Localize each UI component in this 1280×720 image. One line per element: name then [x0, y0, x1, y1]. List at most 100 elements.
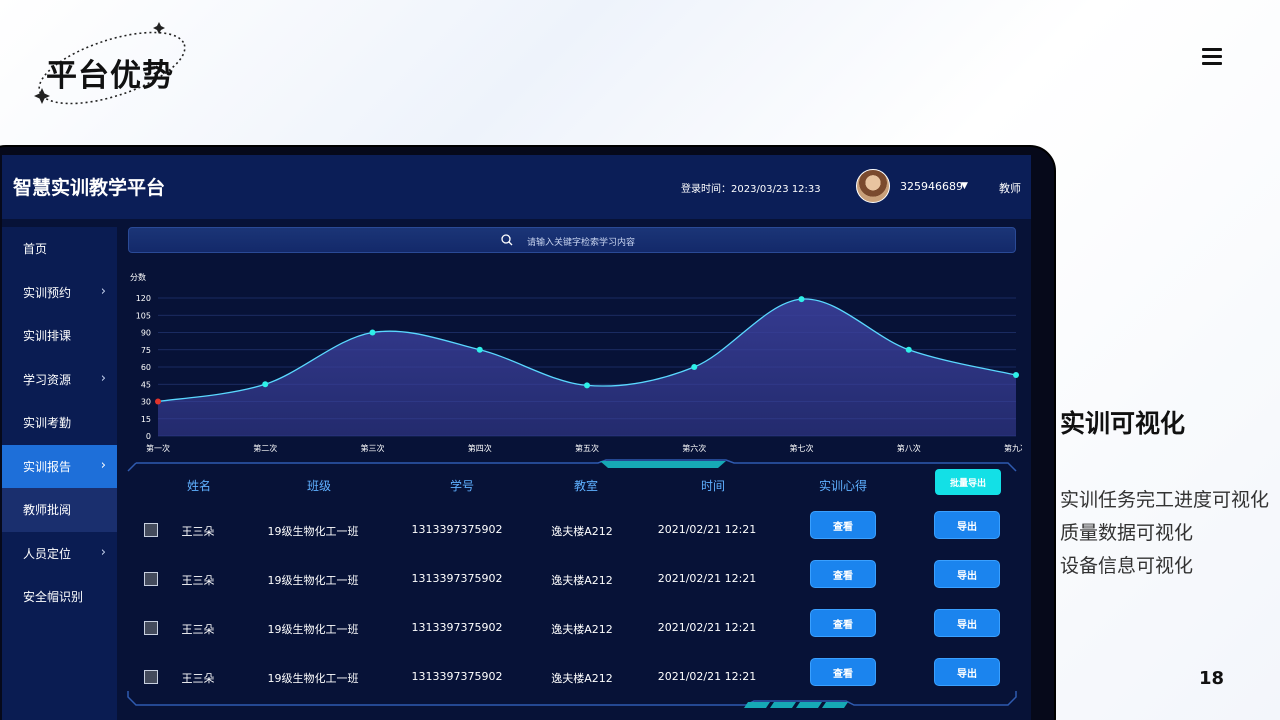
table-cell: 1313397375902	[411, 670, 503, 683]
table-cell: 逸夫楼A212	[551, 623, 613, 636]
table-cell: 王三朵	[181, 525, 215, 538]
table-cell: 1313397375902	[411, 572, 503, 585]
sidebar-item-label: 教师批阅	[23, 503, 72, 518]
top-bar: 智慧实训教学平台 登录时间：2023/03/23 12:33 325946689…	[2, 155, 1031, 219]
data-point	[155, 398, 161, 405]
table-cell: 逸夫楼A212	[551, 672, 613, 685]
search-icon	[501, 234, 513, 246]
search-bar[interactable]: 请输入关键字检索学习内容	[128, 227, 1016, 253]
sidebar-item-label: 实训报告	[23, 459, 72, 474]
caret-down-icon[interactable]: ▼	[961, 181, 968, 191]
data-point	[691, 364, 698, 370]
table-cell: 1313397375902	[411, 523, 503, 536]
y-tick-label: 30	[141, 398, 151, 407]
x-tick-label: 第六次	[682, 443, 706, 453]
sidebar-item[interactable]: 实训考勤	[2, 401, 117, 445]
menu-icon[interactable]	[1202, 48, 1222, 66]
export-button[interactable]: 导出	[934, 560, 1000, 588]
data-point	[584, 382, 590, 389]
table-cell: 1313397375902	[411, 621, 503, 634]
sidebar-item[interactable]: 实训排课	[2, 314, 117, 358]
feature-item: 实训任务完工进度可视化	[1060, 489, 1270, 511]
sidebar-item[interactable]: 实训报告 ›	[2, 444, 117, 488]
y-tick-label: 90	[141, 329, 151, 338]
table-row: 王三朵 19级生物化工一班 1313397375902 逸夫楼A212 2021/02/…	[128, 609, 1014, 649]
y-tick-label: 15	[141, 415, 151, 424]
app-screen: 智慧实训教学平台 登录时间：2023/03/23 12:33 325946689…	[2, 155, 1031, 720]
table-header: 姓名	[186, 479, 212, 493]
data-point	[476, 346, 483, 353]
y-tick-label: 45	[141, 380, 151, 389]
sidebar-item[interactable]: 实训预约 ›	[2, 271, 117, 315]
slide-title: 平台优势	[46, 58, 174, 94]
x-tick-label: 第五次	[575, 443, 599, 453]
x-tick-label: 第一次	[146, 443, 170, 453]
sidebar-item-label: 实训预约	[23, 285, 72, 300]
x-tick-label: 第七次	[790, 443, 814, 453]
table-cell: 逸夫楼A212	[551, 574, 613, 587]
sidebar-item-label: 实训考勤	[23, 416, 72, 431]
app-title: 智慧实训教学平台	[13, 177, 166, 199]
table-header: 时间	[700, 479, 726, 493]
row-checkbox[interactable]	[144, 572, 158, 586]
data-point	[262, 381, 269, 388]
table-row: 王三朵 19级生物化工一班 1313397375902 逸夫楼A212 2021/02/…	[128, 511, 1014, 551]
sidebar-item-label: 学习资源	[23, 372, 72, 387]
table-row: 王三朵 19级生物化工一班 1313397375902 逸夫楼A212 2021/02/…	[128, 658, 1014, 698]
table-cell: 19级生物化工一班	[267, 623, 359, 636]
y-tick-label: 60	[141, 363, 151, 372]
sidebar-item[interactable]: 教师批阅	[2, 488, 117, 532]
feature-item: 质量数据可视化	[1060, 522, 1194, 544]
sidebar-item[interactable]: 首页	[2, 227, 117, 271]
table-cell: 19级生物化工一班	[267, 672, 359, 685]
x-tick-label: 第三次	[361, 443, 385, 453]
sidebar-item[interactable]: 安全帽识别	[2, 575, 117, 619]
view-button[interactable]: 查看	[810, 560, 876, 588]
row-checkbox[interactable]	[144, 621, 158, 635]
sidebar-item[interactable]: 学习资源 ›	[2, 358, 117, 402]
export-button[interactable]: 导出	[934, 609, 1000, 637]
chevron-right-icon: ›	[100, 370, 106, 386]
batch-export-button[interactable]: 批量导出	[935, 469, 1001, 495]
search-placeholder: 请输入关键字检索学习内容	[527, 238, 636, 248]
row-checkbox[interactable]	[144, 523, 158, 537]
table-header: 实训心得	[818, 479, 868, 493]
y-tick-label: 120	[136, 294, 151, 303]
export-button[interactable]: 导出	[934, 658, 1000, 686]
chevron-right-icon: ›	[100, 544, 106, 560]
feature-list: 实训任务完工进度可视化 质量数据可视化 设备信息可视化	[1060, 484, 1269, 583]
table-cell: 2021/02/21 12:21	[657, 621, 757, 634]
device-mockup: 智慧实训教学平台 登录时间：2023/03/23 12:33 325946689…	[0, 145, 1056, 720]
avatar[interactable]	[856, 169, 890, 203]
x-tick-label: 第八次	[897, 443, 921, 453]
sidebar-item-label: 人员定位	[23, 546, 72, 561]
view-button[interactable]: 查看	[810, 609, 876, 637]
row-checkbox[interactable]	[144, 670, 158, 684]
export-button[interactable]: 导出	[934, 511, 1000, 539]
sidebar-item[interactable]: 人员定位 ›	[2, 532, 117, 576]
table-header: 学号	[449, 479, 475, 493]
sidebar: 首页 实训预约 › 实训排课 学习资源 › 实训考勤 实训报告 › 教师批阅 人员定位 › 安全帽识别	[2, 227, 117, 720]
y-tick-label: 105	[136, 311, 151, 320]
y-axis-label: 分数	[130, 272, 146, 282]
sidebar-item-label: 首页	[23, 242, 48, 257]
table-row: 王三朵 19级生物化工一班 1313397375902 逸夫楼A212 2021/02/…	[128, 560, 1014, 600]
login-time: 登录时间：2023/03/23 12:33	[681, 184, 821, 195]
sidebar-item-label: 安全帽识别	[23, 590, 84, 605]
area-fill	[158, 299, 1016, 436]
user-role: 教师	[999, 182, 1021, 195]
table-header: 班级	[306, 479, 332, 493]
data-point	[1013, 372, 1019, 379]
view-button[interactable]: 查看	[810, 658, 876, 686]
chevron-right-icon: ›	[100, 283, 106, 299]
table-cell: 19级生物化工一班	[267, 574, 359, 587]
table-cell: 2021/02/21 12:21	[657, 670, 757, 683]
feature-item: 设备信息可视化	[1060, 555, 1194, 577]
view-button[interactable]: 查看	[810, 511, 876, 539]
table-cell: 19级生物化工一班	[267, 525, 359, 538]
user-id[interactable]: 325946689	[900, 180, 963, 193]
y-tick-label: 0	[146, 432, 151, 441]
sidebar-item-label: 实训排课	[23, 329, 72, 344]
page-number: 18	[1199, 668, 1225, 689]
x-tick-label: 第二次	[253, 443, 277, 453]
